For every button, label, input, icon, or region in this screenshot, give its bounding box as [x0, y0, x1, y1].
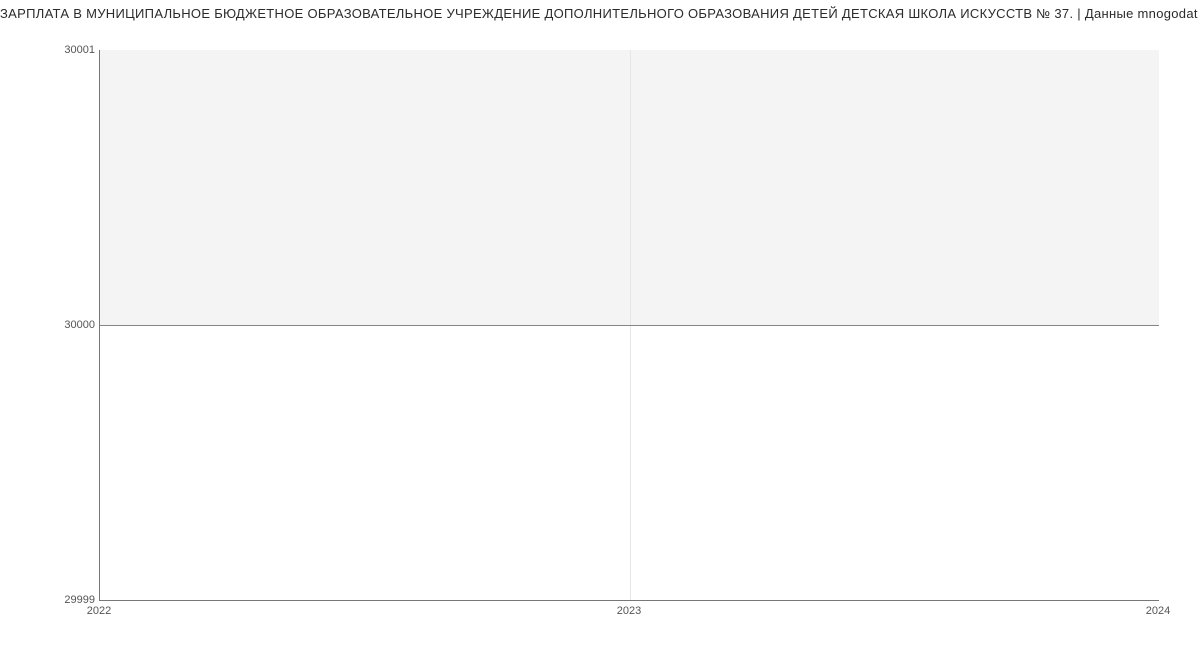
chart-title: ЗАРПЛАТА В МУНИЦИПАЛЬНОЕ БЮДЖЕТНОЕ ОБРАЗ… — [0, 6, 1200, 21]
x-tick-2022: 2022 — [87, 605, 111, 617]
plot-area — [99, 50, 1159, 601]
series-line — [100, 325, 1159, 326]
line-chart: ЗАРПЛАТА В МУНИЦИПАЛЬНОЕ БЮДЖЕТНОЕ ОБРАЗ… — [0, 0, 1200, 650]
x-tick-2023: 2023 — [617, 605, 641, 617]
y-tick-29999: 29999 — [5, 594, 95, 606]
x-tick-2024: 2024 — [1146, 605, 1170, 617]
y-tick-30001: 30001 — [5, 44, 95, 56]
y-tick-30000: 30000 — [5, 319, 95, 331]
